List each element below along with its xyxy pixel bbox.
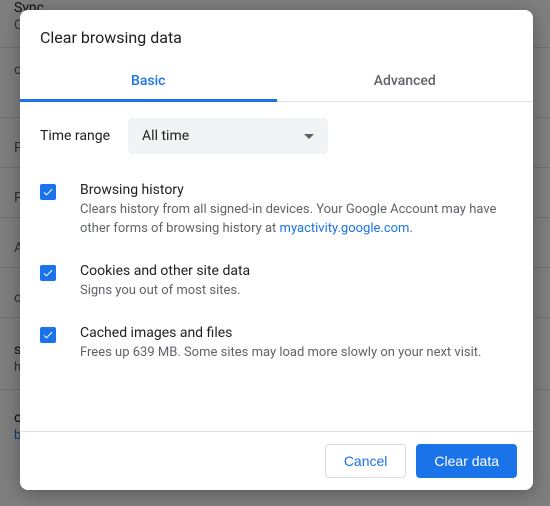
option-cookies: Cookies and other site data Signs you ou… <box>40 263 513 301</box>
dialog-footer: Cancel Clear data <box>20 431 533 490</box>
option-description: Signs you out of most sites. <box>80 282 513 301</box>
check-icon <box>42 267 54 279</box>
checkbox-cached[interactable] <box>40 327 56 343</box>
tab-bar: Basic Advanced <box>20 61 533 102</box>
time-range-value: All time <box>142 128 189 144</box>
check-icon <box>42 186 54 198</box>
option-desc-post: . <box>409 221 412 236</box>
option-description: Frees up 639 MB. Some sites may load mor… <box>80 344 513 363</box>
option-content: Cookies and other site data Signs you ou… <box>80 263 513 301</box>
time-range-select[interactable]: All time <box>128 118 328 154</box>
checkbox-cookies[interactable] <box>40 265 56 281</box>
option-description: Clears history from all signed-in device… <box>80 201 513 239</box>
clear-data-button[interactable]: Clear data <box>416 444 517 478</box>
option-browsing-history: Browsing history Clears history from all… <box>40 182 513 239</box>
tab-advanced[interactable]: Advanced <box>277 61 534 101</box>
time-range-label: Time range <box>40 128 110 144</box>
option-title: Cached images and files <box>80 325 513 341</box>
cancel-button[interactable]: Cancel <box>325 444 407 478</box>
option-cached: Cached images and files Frees up 639 MB.… <box>40 325 513 363</box>
option-title: Cookies and other site data <box>80 263 513 279</box>
chevron-down-icon <box>304 134 314 139</box>
check-icon <box>42 329 54 341</box>
tab-basic[interactable]: Basic <box>20 61 277 101</box>
checkbox-browsing-history[interactable] <box>40 184 56 200</box>
dialog-content: Time range All time Browsing history Cle… <box>20 102 533 431</box>
dialog-title: Clear browsing data <box>20 10 533 61</box>
option-content: Browsing history Clears history from all… <box>80 182 513 239</box>
myactivity-link[interactable]: myactivity.google.com <box>280 221 410 236</box>
time-range-row: Time range All time <box>40 118 513 154</box>
clear-browsing-data-dialog: Clear browsing data Basic Advanced Time … <box>20 10 533 490</box>
option-title: Browsing history <box>80 182 513 198</box>
option-content: Cached images and files Frees up 639 MB.… <box>80 325 513 363</box>
